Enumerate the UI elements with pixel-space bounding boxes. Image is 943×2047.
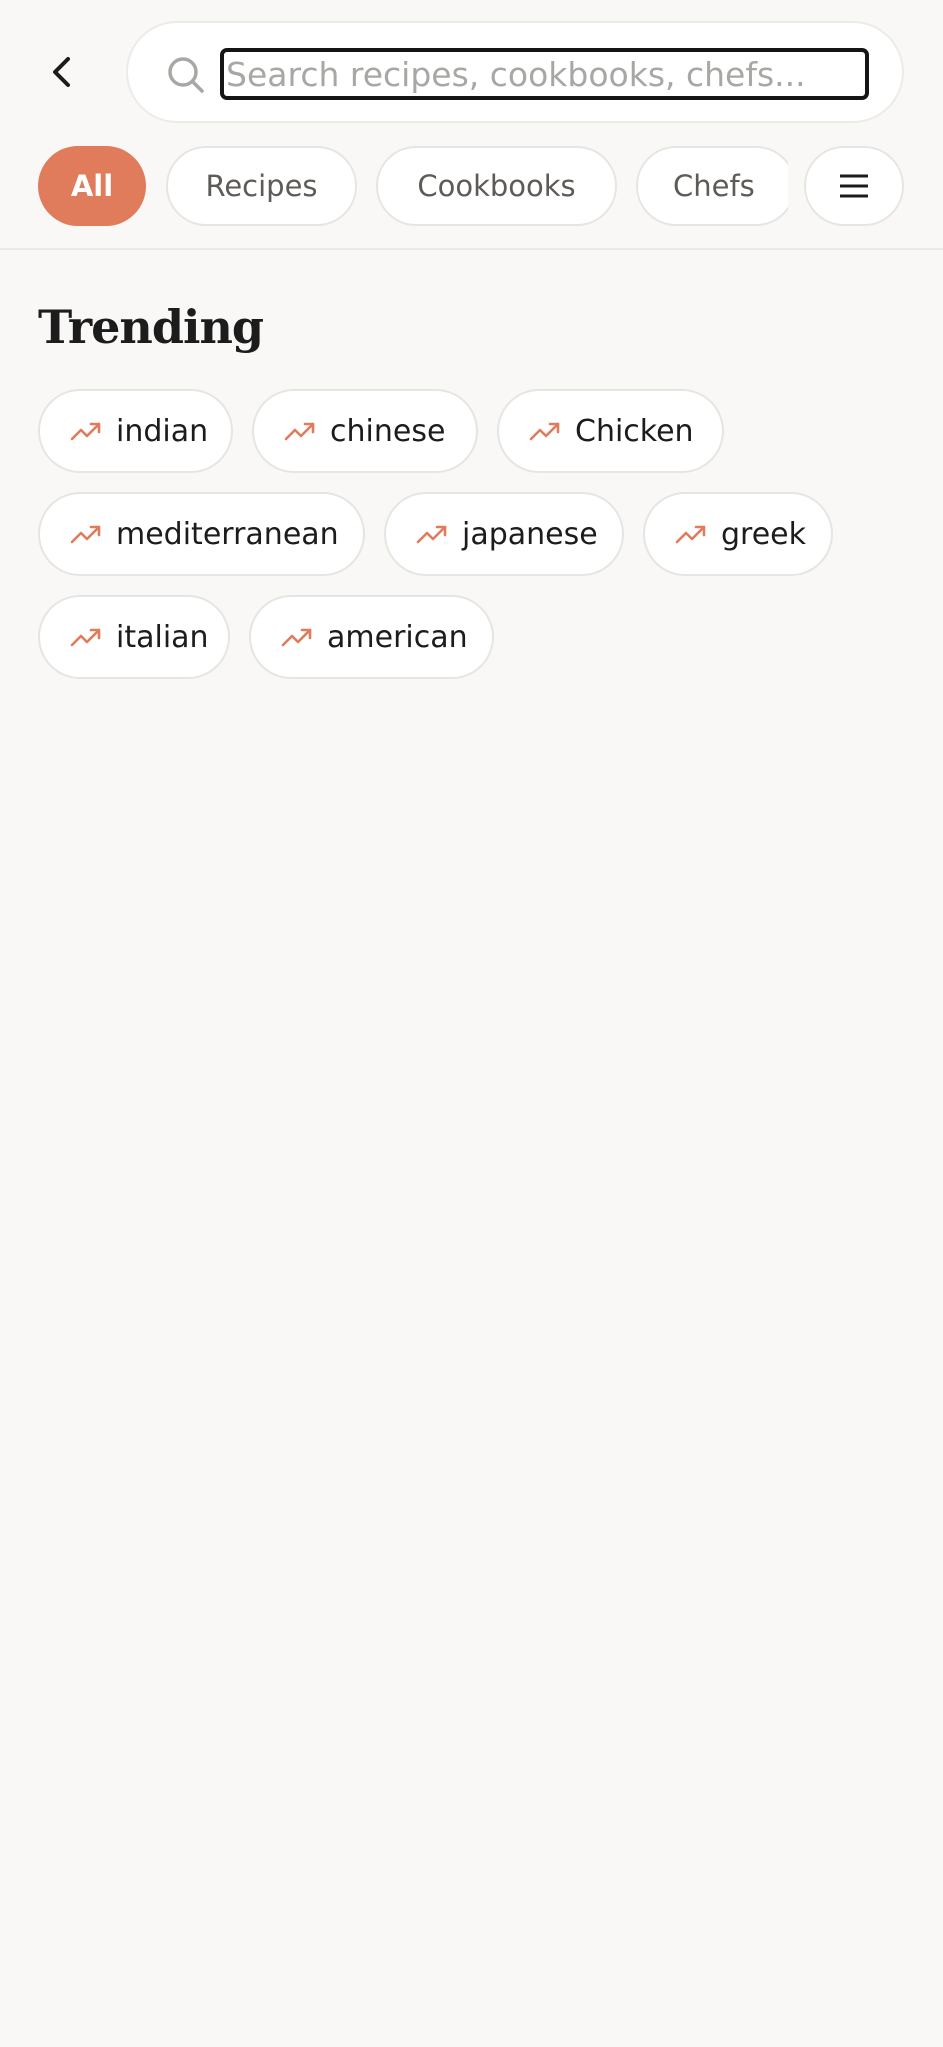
trending-up-icon [281,628,312,647]
back-button[interactable] [30,40,94,104]
chevron-left-icon [53,57,70,87]
trending-chip-label: greek [721,516,807,552]
trending-up-icon [284,422,315,441]
filter-tab-chefs[interactable]: Chefs [636,146,796,226]
trending-chip-greek[interactable]: greek [643,492,833,576]
search-icon [168,57,204,93]
trending-up-icon [529,422,560,441]
trending-title: Trending [38,300,264,354]
filter-tab-all[interactable]: All [38,146,146,226]
trending-chip-mediterranean[interactable]: mediterranean [38,492,365,576]
menu-icon [840,174,868,198]
search-header: All Recipes Cookbooks Chefs [0,0,943,250]
filter-menu-button[interactable] [804,146,904,226]
filter-tab-cookbooks[interactable]: Cookbooks [376,146,617,226]
filter-tabs: All Recipes Cookbooks Chefs [0,146,943,226]
trending-up-icon [70,628,101,647]
trending-chip-japanese[interactable]: japanese [384,492,624,576]
trending-chip-label: mediterranean [116,516,339,552]
trending-chip-american[interactable]: american [249,595,494,679]
trending-chip-label: italian [116,619,209,655]
trending-chip-chinese[interactable]: chinese [252,389,478,473]
trending-chip-italian[interactable]: italian [38,595,230,679]
scroll-fade [788,146,804,226]
filter-tab-recipes[interactable]: Recipes [166,146,357,226]
trending-up-icon [70,525,101,544]
trending-up-icon [70,422,101,441]
trending-chip-label: american [327,619,468,655]
trending-chip-indian[interactable]: indian [38,389,233,473]
trending-up-icon [416,525,447,544]
search-screen: All Recipes Cookbooks Chefs Trending ind… [0,0,943,2047]
trending-chip-label: chinese [330,413,446,449]
trending-chip-label: indian [116,413,209,449]
trending-chip-label: Chicken [575,413,694,449]
trending-up-icon [675,525,706,544]
trending-chip-chicken[interactable]: Chicken [497,389,724,473]
trending-chip-label: japanese [462,516,598,552]
search-bar[interactable] [126,21,904,123]
search-input[interactable] [220,48,869,100]
